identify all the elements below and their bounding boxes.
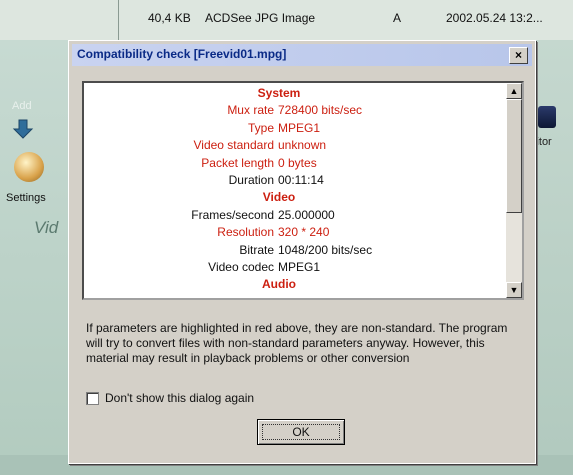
ok-button[interactable]: OK <box>257 419 345 445</box>
settings-icon[interactable] <box>14 152 44 182</box>
parameter-value: 320 * 240 <box>278 225 330 240</box>
video-section-label: Vid <box>34 218 59 237</box>
section-header: Audio <box>84 276 504 293</box>
section-header: Video <box>84 189 504 206</box>
section-header-text: Video <box>262 190 296 205</box>
parameter-row: Bitrate 1048/200 bits/sec <box>84 242 504 259</box>
section-header-text: Audio <box>262 277 296 292</box>
parameter-value: 0 bytes <box>278 155 317 170</box>
compatibility-dialog: Compatibility check [Freevid01.mpg] × Sy… <box>68 40 536 464</box>
file-type: ACDSee JPG Image <box>205 11 316 25</box>
parameter-row-nonstandard: Packet length 0 bytes <box>84 155 504 172</box>
parameter-row: Frames/second 25.000000 <box>84 207 504 224</box>
left-toolbar <box>0 40 68 475</box>
parameter-name: Duration <box>228 172 274 187</box>
parameter-name: Bitrate <box>239 242 274 257</box>
parameter-value: MPEG1 <box>278 259 321 274</box>
file-date: 2002.05.24 13:2... <box>446 11 543 25</box>
parameter-value: 728400 bits/sec <box>278 103 363 118</box>
dialog-titlebar[interactable]: Compatibility check [Freevid01.mpg] × <box>72 44 532 66</box>
parameter-value: MPEG1 <box>278 120 321 135</box>
file-size: 40,4 KB <box>148 11 191 25</box>
parameter-name: Frames/second <box>191 207 274 222</box>
scroll-thumb[interactable] <box>506 99 522 213</box>
file-attribute: A <box>393 11 402 25</box>
vertical-scrollbar[interactable]: ▲ ▼ <box>506 83 522 298</box>
parameters-rows: System Mux rate 728400 bits/sec Type MPEG1 Vi… <box>84 85 504 294</box>
parameter-value: unknown <box>278 138 327 153</box>
scroll-up-button[interactable]: ▲ <box>506 83 522 99</box>
parameter-name: Video standard <box>193 138 274 153</box>
parameter-name: Type <box>247 120 274 135</box>
close-button[interactable]: × <box>509 47 528 64</box>
dialog-title: Compatibility check [Freevid01.mpg] <box>77 47 287 61</box>
parameter-name: Video codec <box>208 259 274 274</box>
parameter-row-nonstandard: Resolution 320 * 240 <box>84 224 504 241</box>
parameter-row: Duration 00:11:14 <box>84 172 504 189</box>
parameter-value: 25.000000 <box>278 207 335 222</box>
scroll-down-button[interactable]: ▼ <box>506 282 522 298</box>
parameter-value: 1048/200 bits/sec <box>278 242 373 257</box>
parameter-value: 00:11:14 <box>278 172 324 187</box>
parameter-row-nonstandard: Video standard unknown <box>84 137 504 154</box>
parameters-list[interactable]: System Mux rate 728400 bits/sec Type MPEG1 Vi… <box>82 81 524 300</box>
column-divider <box>118 0 119 40</box>
add-arrow-icon[interactable] <box>12 118 34 140</box>
info-message: If parameters are highlighted in red abo… <box>86 321 508 365</box>
add-label: Add <box>12 100 32 112</box>
section-header: System <box>84 85 504 102</box>
editor-label[interactable]: litor <box>534 136 552 148</box>
dont-show-again-checkbox[interactable] <box>86 392 99 405</box>
section-header-text: System <box>257 86 301 100</box>
parameter-name: Packet length <box>201 155 274 170</box>
parameter-name: Mux rate <box>227 103 274 118</box>
parameter-row: Video codec MPEG1 <box>84 259 504 276</box>
editor-icon[interactable] <box>538 106 556 128</box>
parameter-row-nonstandard: Type MPEG1 <box>84 120 504 137</box>
parameter-row-nonstandard: Mux rate 728400 bits/sec <box>84 102 504 119</box>
file-info-bar: 40,4 KB ACDSee JPG Image A 2002.05.24 13… <box>0 0 573 40</box>
parameter-name: Resolution <box>217 225 274 240</box>
dont-show-again-label[interactable]: Don't show this dialog again <box>105 391 254 405</box>
focus-rect <box>262 424 340 440</box>
settings-label[interactable]: Settings <box>6 192 46 204</box>
